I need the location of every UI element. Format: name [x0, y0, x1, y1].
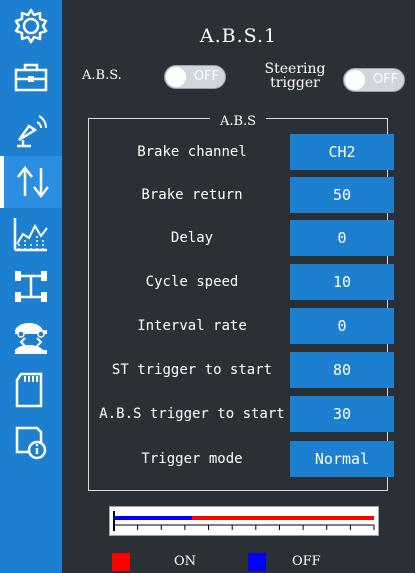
sidebar-item-sensor[interactable]	[0, 104, 62, 156]
setting-row-delay: Delay 0	[97, 220, 394, 256]
delay-value[interactable]: 0	[290, 220, 394, 256]
sidebar-item-sd-card[interactable]	[0, 364, 62, 416]
steering-toggle-state: OFF	[372, 72, 398, 87]
abs-settings-group: A.B.S	[88, 114, 388, 491]
sd-card-icon	[15, 372, 43, 408]
toolbox-icon	[14, 63, 48, 92]
on-legend-label: ON	[174, 554, 197, 569]
st-trigger-value[interactable]: 80	[290, 352, 394, 388]
sidebar-item-model-swap[interactable]	[0, 312, 62, 364]
setting-row-st-trigger: ST trigger to start 80	[97, 352, 394, 388]
on-legend-swatch	[112, 553, 130, 571]
main-panel: A.B.S.1 A.B.S. OFF Steering trigger OFF …	[62, 0, 415, 573]
setting-row-brake-channel: Brake channel CH2	[97, 134, 394, 170]
abs-pulse-indicator	[109, 506, 379, 536]
interval-rate-value[interactable]: 0	[290, 308, 394, 344]
setting-row-trigger-mode: Trigger mode Normal	[97, 441, 394, 477]
abs-trigger-value[interactable]: 30	[290, 396, 394, 432]
reverse-arrows-icon	[17, 165, 49, 199]
setting-label: ST trigger to start	[111, 361, 273, 378]
group-legend: A.B.S	[89, 110, 387, 129]
setting-label: Brake channel	[137, 143, 247, 160]
cycle-speed-value[interactable]: 10	[290, 264, 394, 300]
pulse-graph	[113, 511, 375, 531]
radar-icon	[17, 115, 47, 148]
toggle-knob	[166, 67, 186, 87]
page-title: A.B.S.1	[199, 25, 278, 47]
car-swap-icon	[15, 323, 47, 354]
steering-trigger-label-line2: trigger	[270, 75, 320, 91]
sidebar-item-curve[interactable]	[0, 208, 62, 260]
sidebar-item-toolbox[interactable]	[0, 52, 62, 104]
sidebar	[0, 0, 62, 573]
setting-label: A.B.S trigger to start	[99, 405, 285, 422]
abs-toggle[interactable]: OFF	[164, 65, 226, 89]
setting-row-brake-return: Brake return 50	[97, 177, 394, 213]
toggle-knob	[345, 70, 365, 90]
sidebar-item-chassis[interactable]	[0, 260, 62, 312]
sidebar-item-info[interactable]	[0, 416, 62, 468]
setting-label: Interval rate	[137, 317, 247, 334]
setting-label: Delay	[170, 229, 214, 246]
steering-trigger-label-line1: Steering	[264, 61, 326, 77]
setting-row-cycle-speed: Cycle speed 10	[97, 264, 394, 300]
abs-toggle-state: OFF	[193, 69, 219, 84]
steering-trigger-label: Steering trigger	[249, 62, 341, 90]
sidebar-item-reverse[interactable]	[0, 156, 62, 208]
setting-row-abs-trigger: A.B.S trigger to start 30	[97, 396, 394, 432]
setting-label: Trigger mode	[141, 450, 243, 467]
brake-return-value[interactable]: 50	[290, 177, 394, 213]
info-icon	[15, 426, 47, 460]
steering-trigger-toggle[interactable]: OFF	[343, 68, 405, 92]
trigger-mode-value[interactable]: Normal	[290, 441, 394, 477]
group-legend-text: A.B.S	[209, 114, 267, 129]
sidebar-item-settings[interactable]	[0, 0, 62, 52]
off-legend-label: OFF	[292, 554, 321, 569]
chassis-icon	[15, 271, 47, 302]
setting-row-interval-rate: Interval rate 0	[97, 308, 394, 344]
setting-label: Brake return	[141, 186, 243, 203]
off-legend-swatch	[248, 553, 266, 571]
brake-channel-value[interactable]: CH2	[290, 134, 394, 170]
gear-icon	[14, 8, 48, 44]
setting-label: Cycle speed	[145, 273, 239, 290]
abs-toggle-label: A.B.S.	[82, 68, 122, 83]
curve-chart-icon	[13, 218, 48, 252]
